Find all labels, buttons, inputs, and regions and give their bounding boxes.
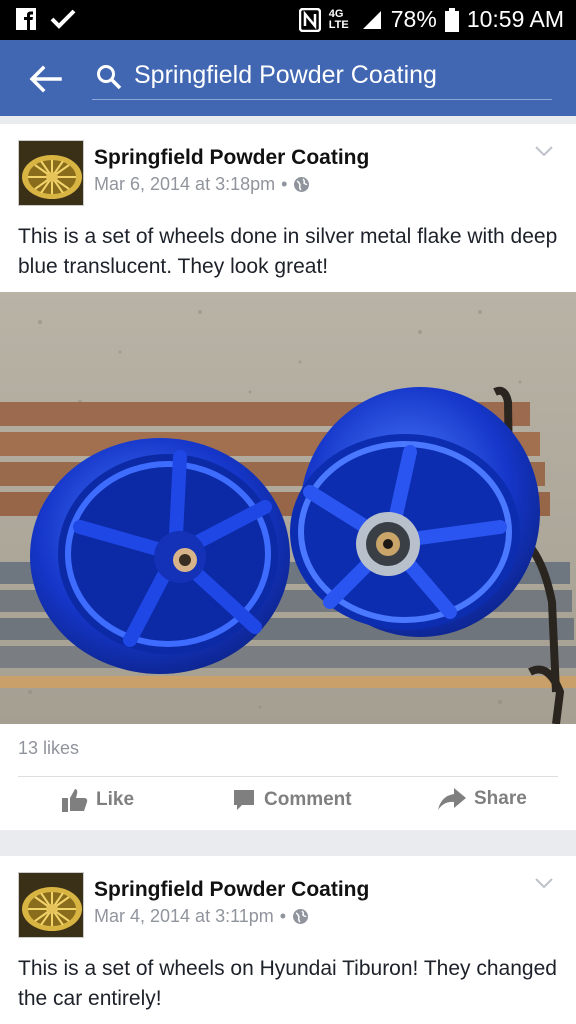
wheel-logo-image	[19, 873, 83, 937]
chevron-down-icon[interactable]	[534, 876, 554, 890]
comment-icon	[234, 790, 254, 810]
back-arrow-icon[interactable]	[28, 62, 62, 96]
meta-separator: •	[279, 906, 287, 926]
share-arrow-icon	[438, 788, 466, 810]
check-icon	[50, 9, 76, 29]
avatar[interactable]	[18, 872, 84, 938]
battery-icon	[444, 7, 459, 32]
app-header: Springfield Powder Coating	[0, 40, 576, 116]
facebook-page-feed: 4G LTE 78% 10:59 AM Springfield Powder C…	[0, 0, 576, 1024]
post-text: This is a set of wheels done in silver m…	[18, 225, 558, 278]
feed-post: Springfield Powder Coating Mar 6, 2014 a…	[0, 124, 576, 830]
status-bar-left	[16, 8, 76, 30]
status-bar-right: 4G LTE 78% 10:59 AM	[298, 6, 564, 33]
status-bar: 4G LTE 78% 10:59 AM	[0, 0, 576, 40]
page-name[interactable]: Springfield Powder Coating	[94, 878, 369, 902]
like-label: Like	[96, 789, 135, 810]
meta-separator: •	[281, 174, 288, 194]
battery-percent: 78%	[390, 6, 437, 32]
wheel-logo-image	[19, 141, 83, 205]
signal-icon	[362, 10, 381, 29]
like-button[interactable]: Like	[62, 788, 134, 812]
search-field[interactable]: Springfield Powder Coating	[92, 54, 552, 100]
post-photo[interactable]	[0, 292, 576, 724]
clock: 10:59 AM	[466, 6, 564, 32]
like-count[interactable]: 13 likes	[18, 738, 79, 759]
post-actions: Like Comment Share	[0, 784, 576, 824]
divider	[18, 776, 558, 777]
blue-wheels-photo	[0, 292, 576, 724]
post-date[interactable]: Mar 4, 2014 at 3:11pm	[94, 906, 274, 927]
network-type: 4G LTE	[328, 7, 349, 31]
share-label: Share	[474, 788, 527, 809]
post-text: This is a set of wheels on Hyundai Tibur…	[18, 957, 557, 1010]
page-name[interactable]: Springfield Powder Coating	[94, 146, 369, 170]
chevron-down-icon[interactable]	[534, 144, 554, 158]
avatar[interactable]	[18, 140, 84, 206]
post-meta: Mar 6, 2014 at 3:18pm •	[94, 174, 310, 195]
globe-icon	[293, 909, 309, 924]
comment-button[interactable]: Comment	[232, 788, 352, 812]
facebook-icon	[16, 8, 36, 30]
search-query: Springfield Powder Coating	[134, 61, 437, 89]
post-date[interactable]: Mar 6, 2014 at 3:18pm	[94, 174, 275, 195]
globe-icon	[294, 177, 310, 192]
feed-post: Springfield Powder Coating Mar 4, 2014 a…	[0, 856, 576, 1024]
search-icon	[97, 65, 122, 90]
nfc-icon	[298, 7, 321, 32]
comment-label: Comment	[264, 789, 352, 810]
post-meta: Mar 4, 2014 at 3:11pm •	[94, 906, 309, 927]
thumbs-up-icon	[62, 789, 88, 812]
share-button[interactable]: Share	[438, 788, 527, 810]
